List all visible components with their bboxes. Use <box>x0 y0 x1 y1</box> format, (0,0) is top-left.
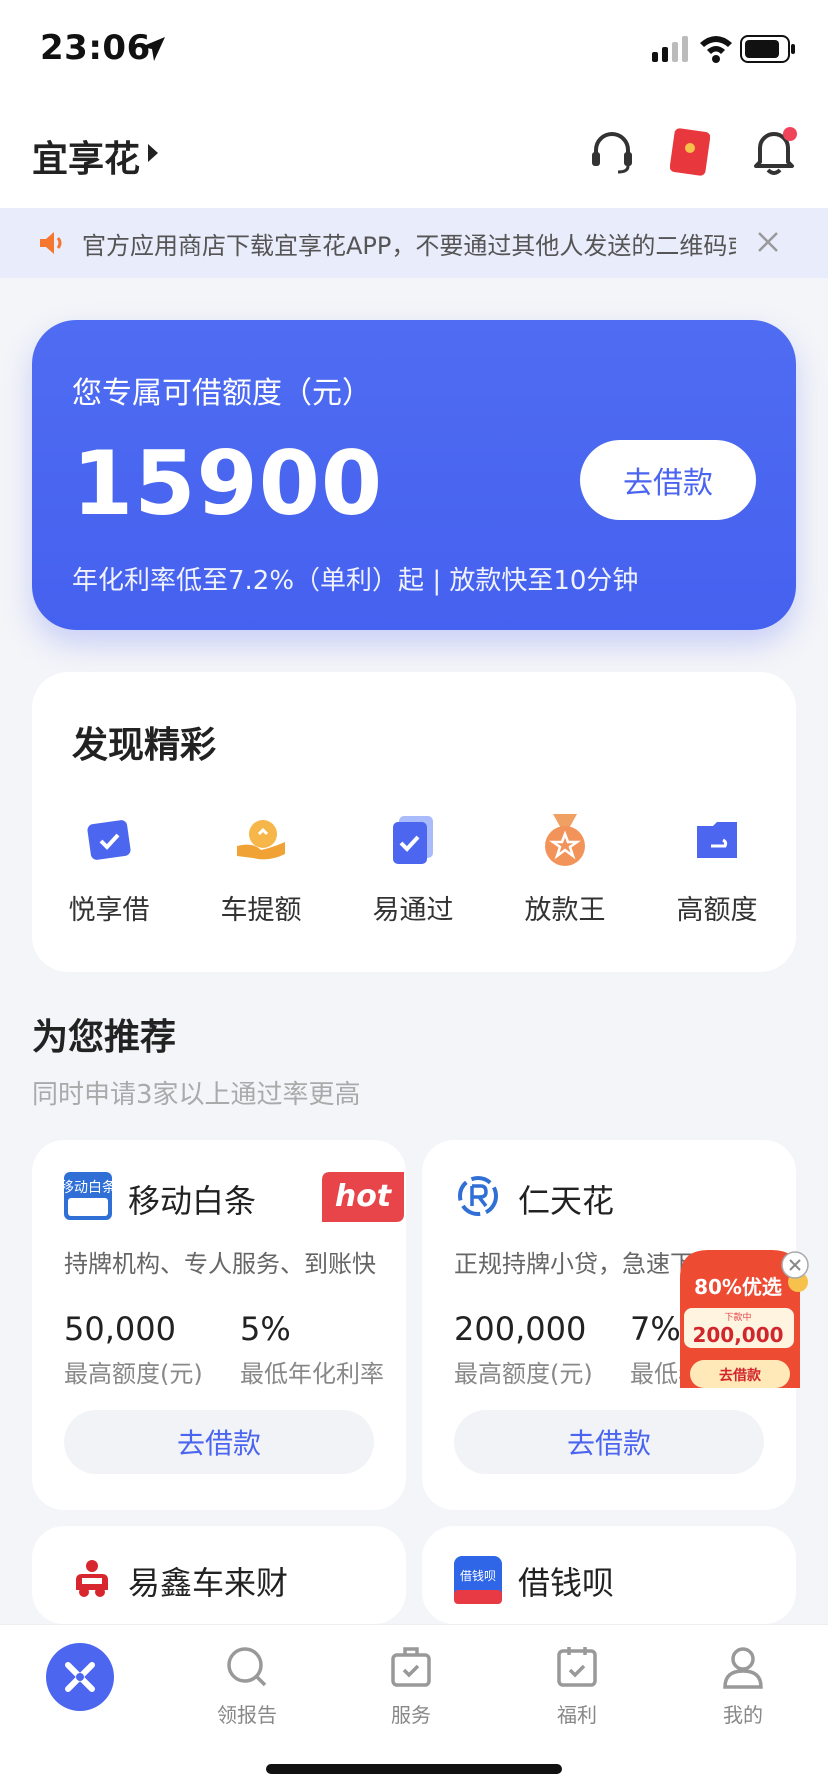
battery-icon <box>740 35 795 63</box>
product-card[interactable]: 易鑫车来财 <box>32 1526 406 1624</box>
svg-text:下款中: 下款中 <box>724 1311 751 1323</box>
tab-service[interactable]: 服务 <box>356 1643 466 1728</box>
medal-icon <box>545 814 585 866</box>
recommend-title: 为您推荐 <box>32 1017 177 1058</box>
location-arrow-icon <box>141 37 165 61</box>
tab-mine[interactable]: 我的 <box>688 1643 798 1728</box>
product-borrow-button[interactable]: 去借款 <box>64 1410 374 1474</box>
discover-section: 发现精彩 悦享借 车提额 易通过 放款王 高额度 <box>32 672 796 972</box>
app-header: 宜享花 <box>0 100 828 208</box>
card-check-icon <box>87 820 131 860</box>
product-amount-label: 最高额度(元) <box>64 1360 203 1388</box>
speaker-icon <box>40 232 62 254</box>
rentianhua-logo <box>458 1176 498 1216</box>
caret-right-icon[interactable] <box>146 142 160 164</box>
section-title: 发现精彩 <box>72 725 217 766</box>
product-name: 移动白条 <box>128 1182 257 1220</box>
user-icon <box>723 1647 763 1689</box>
hand-coin-icon <box>237 820 285 860</box>
product-borrow-button[interactable]: 去借款 <box>454 1410 764 1474</box>
document-check-icon <box>393 816 433 864</box>
close-icon[interactable] <box>780 1250 810 1280</box>
yidong-baitiao-logo: 移动白条 <box>64 1172 112 1220</box>
discover-item-chetie[interactable]: 车提额 <box>196 812 326 927</box>
notice-bar: 官方应用商店下载宜享花APP，不要通过其他人发送的二维码或链接下载 <box>0 208 828 278</box>
tab-welfare[interactable]: 福利 <box>522 1643 632 1728</box>
svg-text:80%优选: 80%优选 <box>694 1275 782 1299</box>
status-time: 23:06 <box>40 28 151 68</box>
svg-text:hot: hot <box>335 1179 393 1214</box>
search-report-icon <box>227 1647 267 1687</box>
notice-text: 官方应用商店下载宜享花APP，不要通过其他人发送的二维码或链接下载 <box>82 232 736 260</box>
discover-item-gaoedu[interactable]: 高额度 <box>652 812 782 927</box>
signal-icon <box>652 36 688 62</box>
jieqianbei-logo: 借钱呗 <box>454 1556 502 1604</box>
product-card[interactable]: 移动白条 移动白条 hot 持牌机构、专人服务、到账快 50,000 5% 最高… <box>32 1140 406 1510</box>
briefcase-icon <box>391 1647 431 1687</box>
credit-limit-card: 您专属可借额度（元） 15900 去借款 年化利率低至7.2%（单利）起 | 放… <box>32 320 796 630</box>
svg-text:移动白条: 移动白条 <box>64 1179 112 1196</box>
product-rate-label: 最低年化利率 <box>240 1360 384 1388</box>
product-name: 借钱呗 <box>518 1564 615 1602</box>
product-min-rate: 5% <box>240 1310 291 1348</box>
discover-item-yitongguo[interactable]: 易通过 <box>348 812 478 927</box>
product-name: 易鑫车来财 <box>128 1564 289 1602</box>
tab-report[interactable]: 领报告 <box>192 1643 302 1728</box>
calendar-gift-icon <box>557 1647 597 1687</box>
notification-bell-icon[interactable] <box>750 126 798 176</box>
close-icon[interactable] <box>754 228 782 256</box>
app-title[interactable]: 宜享花 <box>32 130 140 182</box>
wifi-icon <box>700 36 732 63</box>
svg-text:200,000: 200,000 <box>692 1323 783 1347</box>
product-desc: 持牌机构、专人服务、到账快 <box>64 1250 376 1278</box>
credit-label: 您专属可借额度（元） <box>72 376 372 411</box>
tab-home[interactable] <box>46 1643 114 1711</box>
hot-badge: hot <box>322 1172 404 1222</box>
yixin-car-logo <box>76 1560 108 1597</box>
svg-text:去借款: 去借款 <box>719 1367 762 1384</box>
credit-subtitle: 年化利率低至7.2%（单利）起 | 放款快至10分钟 <box>72 566 639 596</box>
borrow-button[interactable]: 去借款 <box>580 440 756 520</box>
home-logo-icon <box>65 1662 95 1692</box>
red-packet-icon[interactable] <box>670 128 710 176</box>
customer-service-icon[interactable] <box>588 128 636 176</box>
svg-text:借钱呗: 借钱呗 <box>460 1568 496 1583</box>
wallet-icon <box>697 822 737 858</box>
discover-item-yuexiangjie[interactable]: 悦享借 <box>44 812 174 927</box>
product-name: 仁天花 <box>518 1182 615 1220</box>
product-amount-label: 最高额度(元) <box>454 1360 593 1388</box>
credit-amount: 15900 <box>72 432 384 535</box>
product-max-amount: 50,000 <box>64 1310 176 1348</box>
status-bar: 23:06 <box>0 0 828 100</box>
product-max-amount: 200,000 <box>454 1310 587 1348</box>
recommend-subtitle: 同时申请3家以上通过率更高 <box>32 1080 361 1110</box>
discover-item-fangkuanwang[interactable]: 放款王 <box>500 812 630 927</box>
home-indicator <box>266 1764 562 1774</box>
product-card[interactable]: 借钱呗 借钱呗 <box>422 1526 796 1624</box>
